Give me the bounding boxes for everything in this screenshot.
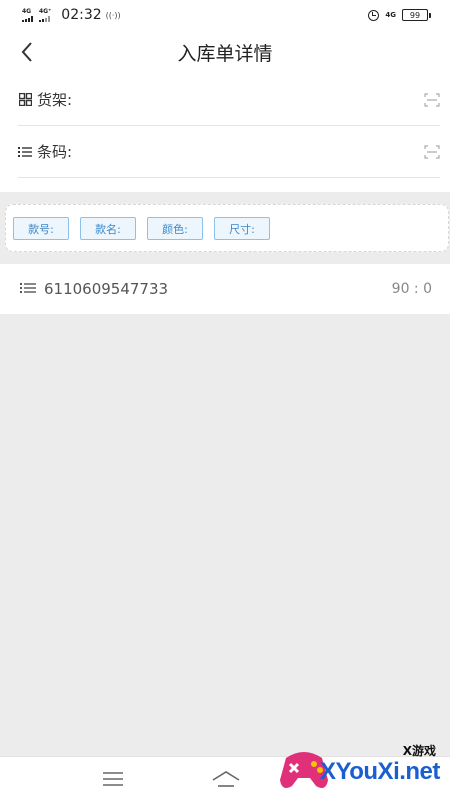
status-bar: 4G 4G⁺ 02:32 ((·)) 4G 99 <box>0 0 450 30</box>
battery-level: 99 <box>409 10 421 20</box>
home-button[interactable] <box>212 765 240 793</box>
app-header: 入库单详情 <box>0 30 450 74</box>
filter-style-name[interactable]: 款名: <box>80 217 136 240</box>
barcode-list: 6110609547733 90 : 0 <box>0 264 450 314</box>
shelf-input[interactable] <box>78 84 420 115</box>
barcode-input[interactable] <box>78 136 420 167</box>
scan-form: 货架: 条码: <box>0 74 450 192</box>
list-icon <box>20 282 36 296</box>
shelf-row: 货架: <box>18 74 440 126</box>
barcode-label: 条码: <box>37 143 73 161</box>
scan-icon[interactable] <box>424 92 440 107</box>
barcode-row: 条码: <box>18 126 440 178</box>
network-type: 4G <box>385 10 396 19</box>
grid-icon <box>18 93 32 107</box>
alarm-icon <box>368 9 380 21</box>
list-icon <box>18 145 32 159</box>
signal1-label: 4G <box>22 7 32 15</box>
signal-icon: 4G⁺ <box>39 7 52 22</box>
clock: 02:32 <box>61 7 102 23</box>
menu-button[interactable] <box>99 765 127 793</box>
hotspot-icon: ((·)) <box>105 10 121 20</box>
filter-style-no[interactable]: 款号: <box>13 217 69 240</box>
signal2-label: 4G⁺ <box>39 7 52 15</box>
filter-size[interactable]: 尺寸: <box>214 217 270 240</box>
shelf-label: 货架: <box>37 91 73 109</box>
battery-icon: 99 <box>402 9 431 21</box>
list-item[interactable]: 6110609547733 90 : 0 <box>20 264 432 314</box>
filter-card: 款号: 款名: 颜色: 尺寸: <box>5 204 449 252</box>
home-icon <box>212 771 240 787</box>
scan-icon[interactable] <box>424 144 440 159</box>
watermark-logo: X游戏 XYouXi.net <box>276 738 450 800</box>
back-arrow-icon <box>21 42 32 62</box>
back-button[interactable] <box>14 38 42 66</box>
signal-icon: 4G <box>22 7 33 22</box>
watermark-big-text: XYouXi.net <box>320 758 440 785</box>
menu-icon <box>103 772 123 786</box>
item-quantity: 90 : 0 <box>391 281 432 297</box>
filter-color[interactable]: 颜色: <box>147 217 203 240</box>
item-barcode: 6110609547733 <box>44 280 169 298</box>
watermark-small-text: X游戏 <box>402 744 436 758</box>
page-title: 入库单详情 <box>177 42 273 65</box>
